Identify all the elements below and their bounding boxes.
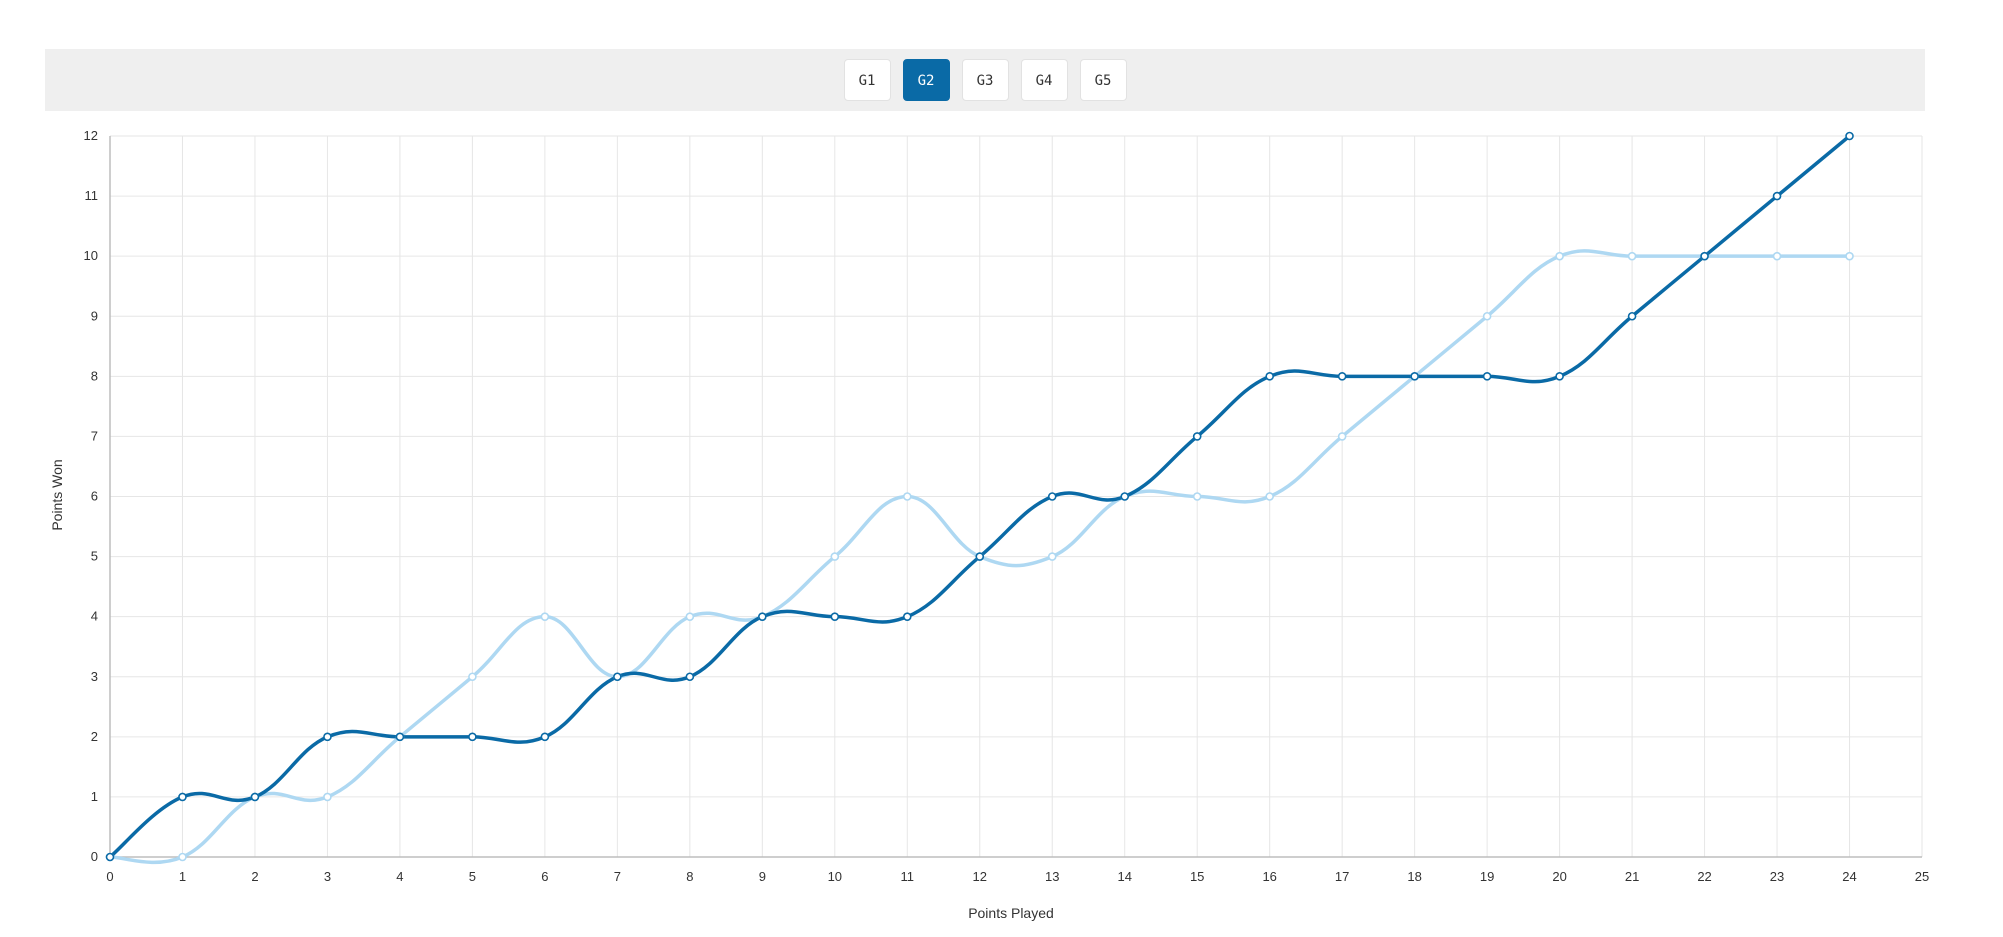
series-2-point[interactable]	[1410, 372, 1419, 381]
series-2-point[interactable]	[1772, 191, 1782, 201]
series-1-point[interactable]	[1265, 492, 1274, 501]
y-tick-label: 6	[91, 489, 98, 504]
x-tick-label: 4	[396, 869, 403, 884]
y-tick-label: 11	[85, 188, 99, 203]
series-2-point[interactable]	[1120, 492, 1130, 501]
y-tick-label: 0	[91, 849, 98, 864]
x-tick-label: 15	[1190, 869, 1204, 884]
x-tick-label: 23	[1770, 869, 1784, 884]
y-tick-label: 4	[91, 609, 98, 624]
points-chart: 0 1 2 3 4 5 6 7 8 9 10 11 12 13 14 15 16 17 18 19 20 21 22 23 24…	[49, 128, 1929, 921]
series-1-point[interactable]	[1845, 251, 1854, 261]
series-1-point[interactable]	[323, 792, 332, 802]
series-2-point[interactable]	[758, 612, 767, 621]
y-tick-label: 10	[84, 248, 98, 263]
series-2-point[interactable]	[178, 792, 187, 802]
series-2-point[interactable]	[1047, 492, 1057, 501]
x-tick-label: 24	[1842, 869, 1856, 884]
series-2-point[interactable]	[1265, 372, 1274, 381]
series-2-point[interactable]	[1555, 372, 1564, 381]
series-1-point[interactable]	[540, 612, 550, 621]
series-2-point[interactable]	[830, 612, 840, 621]
x-tick-label: 6	[541, 869, 548, 884]
series-2-point[interactable]	[1845, 131, 1854, 141]
series-1-point[interactable]	[902, 492, 912, 501]
x-tick-label: 13	[1045, 869, 1059, 884]
x-tick-label: 2	[251, 869, 258, 884]
series-2-point[interactable]	[1337, 372, 1347, 381]
x-tick-label: 7	[614, 869, 621, 884]
x-tick-label: 16	[1262, 869, 1276, 884]
x-tick-label: 11	[901, 869, 915, 884]
series-2-point[interactable]	[105, 852, 115, 862]
x-axis-label: Points Played	[968, 905, 1054, 921]
series-2-point[interactable]	[1192, 432, 1202, 441]
series-1-point[interactable]	[685, 612, 695, 621]
series-2-point[interactable]	[1700, 251, 1709, 261]
y-tick-label: 9	[91, 308, 98, 323]
x-tick-label: 18	[1407, 869, 1421, 884]
x-tick-label: 19	[1480, 869, 1494, 884]
y-tick-label: 8	[91, 368, 98, 383]
series-2-point[interactable]	[540, 732, 550, 742]
x-tick-label: 8	[686, 869, 693, 884]
x-tick-label: 20	[1552, 869, 1566, 884]
y-tick-label: 5	[91, 549, 98, 564]
x-tick-label: 14	[1117, 869, 1131, 884]
x-tick-label: 17	[1335, 869, 1349, 884]
y-tick-label: 3	[91, 669, 98, 684]
series-2-point[interactable]	[323, 732, 332, 742]
series-1-point[interactable]	[1482, 311, 1492, 321]
x-tick-label: 10	[828, 869, 842, 884]
series-1-point[interactable]	[178, 852, 187, 862]
x-tick-label: 12	[973, 869, 987, 884]
x-tick-labels: 0 1 2 3 4 5 6 7 8 9 10 11 12 13 14 15 16 17 18 19 20 21 22 23 24…	[106, 869, 1929, 884]
series-2-point[interactable]	[468, 732, 477, 742]
series-1-point[interactable]	[1627, 251, 1637, 261]
y-tick-label: 1	[91, 789, 98, 804]
x-tick-label: 1	[179, 869, 186, 884]
x-tick-label: 22	[1697, 869, 1711, 884]
series-1-point[interactable]	[1337, 432, 1347, 441]
series-1-point[interactable]	[1772, 251, 1782, 261]
x-tick-label: 0	[106, 869, 113, 884]
x-tick-label: 21	[1625, 869, 1639, 884]
x-tick-label: 25	[1915, 869, 1929, 884]
series-2-point[interactable]	[613, 672, 622, 682]
series-2-point[interactable]	[1627, 311, 1637, 321]
chart-grid	[109, 135, 1923, 858]
y-tick-label: 2	[91, 729, 98, 744]
series-2-point[interactable]	[975, 552, 985, 561]
series-1-point[interactable]	[1047, 552, 1057, 561]
y-tick-labels: 0123456789101112	[84, 128, 98, 864]
series-1-point[interactable]	[468, 672, 477, 682]
x-tick-label: 3	[324, 869, 331, 884]
x-tick-label: 5	[469, 869, 476, 884]
series-2-point[interactable]	[902, 612, 912, 621]
y-tick-label: 7	[91, 428, 98, 443]
series-2-point[interactable]	[1482, 372, 1492, 381]
series-2-point[interactable]	[395, 732, 405, 742]
series-1-point[interactable]	[830, 552, 840, 561]
series-1-point[interactable]	[1192, 492, 1202, 501]
series-2-point[interactable]	[685, 672, 695, 682]
y-axis-label: Points Won	[49, 459, 65, 530]
y-tick-label: 12	[84, 128, 98, 143]
x-tick-label: 9	[759, 869, 766, 884]
series-1-point[interactable]	[1555, 251, 1564, 261]
series-2-point[interactable]	[250, 792, 260, 802]
